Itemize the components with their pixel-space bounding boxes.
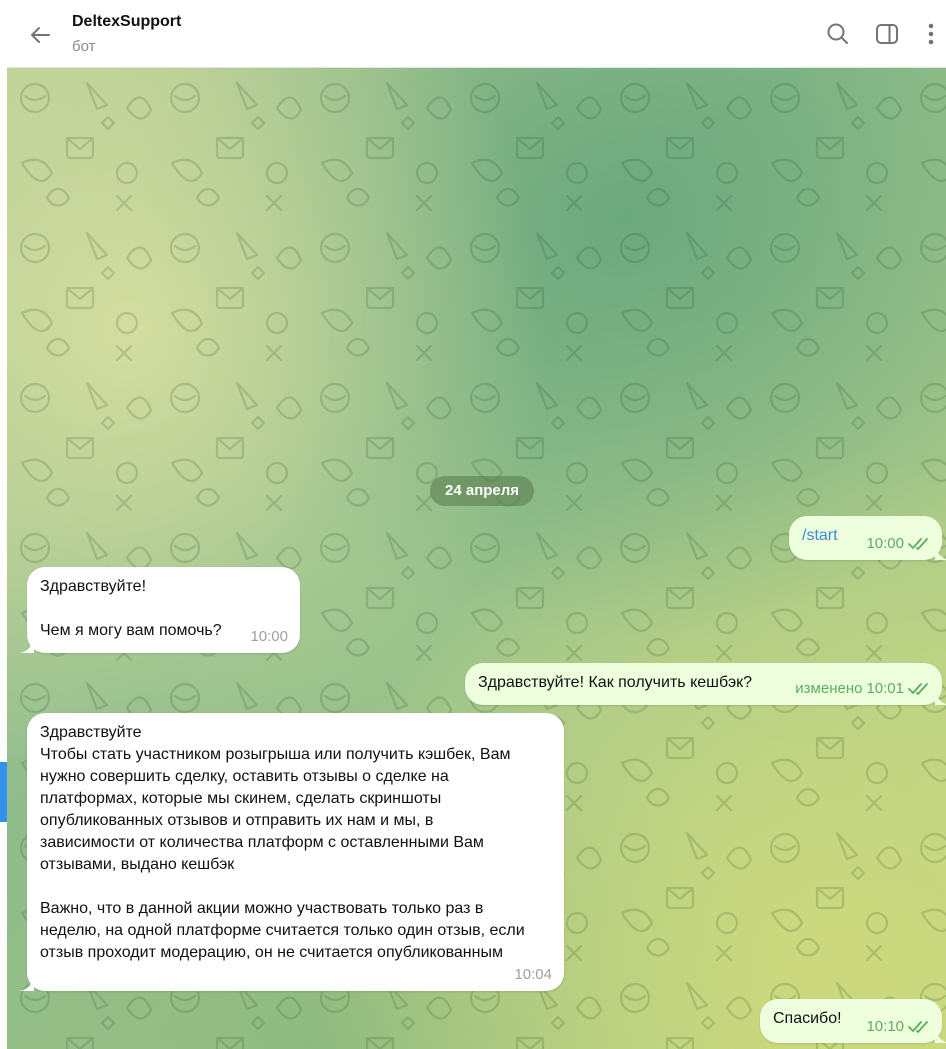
bubble-tail: [20, 637, 34, 653]
message-time: 10:00: [250, 628, 288, 645]
more-button[interactable]: [921, 21, 941, 47]
edited-label: изменено: [795, 680, 863, 697]
message-text[interactable]: /start: [802, 527, 838, 544]
message-outgoing[interactable]: Здравствуйте! Как получить кешбэк? измен…: [465, 663, 946, 705]
double-check-icon: [908, 538, 928, 550]
bubble-tail: [935, 1027, 946, 1043]
message-text: Здравствуйте Чтобы стать участником розы…: [40, 724, 525, 961]
left-accent-bar: [0, 762, 7, 822]
left-strip: [0, 0, 7, 1049]
more-vertical-icon: [928, 23, 934, 45]
message-text: Здравствуйте! Чем я могу вам помочь?: [40, 578, 222, 639]
search-button[interactable]: [825, 21, 851, 47]
double-check-icon: [908, 683, 928, 695]
chat-subtitle: бот: [72, 38, 96, 55]
message-meta: 10:10: [866, 1016, 930, 1038]
search-icon: [827, 23, 848, 44]
back-arrow-icon: [31, 27, 50, 43]
message-incoming[interactable]: Здравствуйте! Чем я могу вам помочь? 10:…: [20, 567, 300, 653]
message-outgoing[interactable]: Спасибо! 10:10: [760, 999, 946, 1043]
bubble-tail: [935, 689, 946, 705]
message-text: Здравствуйте! Как получить кешбэк?: [478, 674, 753, 691]
back-button[interactable]: [25, 20, 55, 50]
date-separator: 24 апреля: [430, 476, 535, 506]
message-meta: 10:00: [250, 626, 288, 648]
message-time: 10:00: [866, 535, 904, 552]
side-panel-button[interactable]: [874, 21, 900, 47]
side-panel-icon: [876, 24, 898, 44]
chat-area[interactable]: 24 апреля /start 10:00 Здравствуйте! Чем…: [7, 68, 946, 1049]
message-meta: 10:04: [514, 964, 552, 986]
message-outgoing[interactable]: /start 10:00: [789, 516, 946, 560]
bubble-tail: [20, 975, 34, 991]
message-meta: 10:00: [866, 533, 930, 555]
double-check-icon: [908, 1021, 928, 1033]
message-time: 10:04: [514, 966, 552, 983]
chat-header: DeltexSupport бот: [7, 0, 946, 68]
message-incoming[interactable]: Здравствуйте Чтобы стать участником розы…: [20, 713, 564, 991]
bubble-tail: [935, 544, 946, 560]
message-time: 10:10: [866, 1018, 904, 1035]
message-time: 10:01: [866, 680, 904, 697]
chat-title[interactable]: DeltexSupport: [72, 13, 181, 31]
message-meta: изменено 10:01: [795, 678, 930, 700]
message-text: Спасибо!: [773, 1010, 842, 1027]
